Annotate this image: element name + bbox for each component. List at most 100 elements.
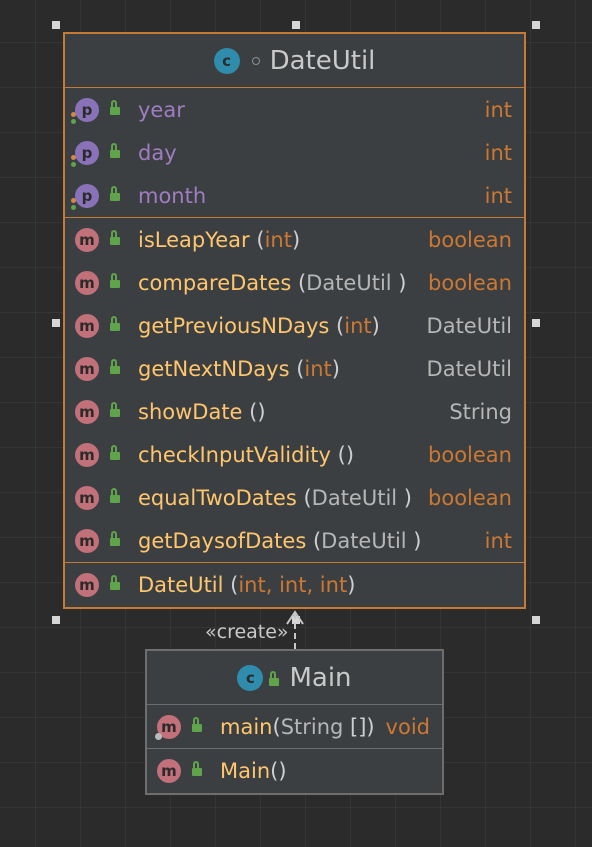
method-signature: isLeapYear (int) bbox=[138, 228, 300, 252]
methods-section: m main(String []) void bbox=[147, 705, 442, 749]
method-signature: main(String []) bbox=[220, 715, 375, 739]
close-paren: ) bbox=[397, 485, 412, 510]
return-type: boolean bbox=[428, 227, 512, 252]
return-type: int bbox=[484, 528, 512, 553]
package-private-visibility-icon bbox=[251, 56, 260, 65]
method-icon: m bbox=[75, 270, 99, 295]
constructor-name: DateUtil bbox=[138, 572, 224, 597]
open-paren: ( bbox=[291, 270, 307, 295]
return-type: boolean bbox=[428, 270, 512, 295]
public-lock-icon bbox=[269, 670, 280, 686]
field-type: int bbox=[484, 183, 512, 208]
method-name: compareDates bbox=[138, 270, 292, 295]
method-name: showDate bbox=[138, 399, 243, 424]
close-paren: ) bbox=[291, 227, 301, 252]
selection-handle-middle-right[interactable] bbox=[532, 319, 540, 327]
close-paren: []) bbox=[343, 714, 375, 739]
constructor-row[interactable]: m Main() bbox=[147, 749, 442, 792]
open-paren: ( bbox=[296, 485, 312, 510]
class-header[interactable]: c DateUtil bbox=[65, 34, 524, 88]
class-node-dateutil[interactable]: c DateUtil p year int p day int p month … bbox=[63, 32, 526, 609]
fields-section: p year int p day int p month int bbox=[65, 88, 524, 218]
field-type: int bbox=[484, 140, 512, 165]
method-row[interactable]: m showDate () String bbox=[65, 390, 524, 433]
field-row[interactable]: p month int bbox=[65, 174, 524, 217]
parameter-type: DateUtil bbox=[311, 485, 398, 510]
method-icon: m bbox=[75, 356, 99, 381]
constructor-signature: DateUtil (int, int, int) bbox=[138, 573, 355, 597]
method-name: getPreviousNDays bbox=[138, 313, 330, 338]
selection-handle-top-right[interactable] bbox=[532, 21, 540, 29]
methods-section: m isLeapYear (int) boolean m compareDate… bbox=[65, 218, 524, 563]
method-row[interactable]: m equalTwoDates (DateUtil ) boolean bbox=[65, 476, 524, 519]
method-row[interactable]: m isLeapYear (int) boolean bbox=[65, 218, 524, 261]
method-signature: getNextNDays (int) bbox=[138, 357, 340, 381]
public-lock-icon bbox=[110, 273, 120, 288]
public-lock-icon bbox=[110, 100, 120, 115]
public-lock-icon bbox=[192, 717, 202, 732]
field-row[interactable]: p day int bbox=[65, 131, 524, 174]
method-row[interactable]: m compareDates (DateUtil ) boolean bbox=[65, 261, 524, 304]
method-icon: m bbox=[75, 528, 99, 553]
open-paren: ( bbox=[223, 572, 239, 597]
method-row[interactable]: m getPreviousNDays (int) DateUtil bbox=[65, 304, 524, 347]
parameter-type: DateUtil bbox=[306, 270, 392, 295]
parameter-type: int bbox=[304, 356, 332, 381]
open-paren: ( bbox=[272, 714, 281, 739]
parameter-type: int, int, int bbox=[238, 572, 348, 597]
method-row[interactable]: m checkInputValidity () boolean bbox=[65, 433, 524, 476]
parameter-type: String bbox=[280, 714, 344, 739]
method-signature: getPreviousNDays (int) bbox=[138, 314, 380, 338]
method-name: equalTwoDates bbox=[138, 485, 297, 510]
create-stereotype-label: «create» bbox=[205, 621, 289, 643]
property-icon: p bbox=[75, 97, 99, 122]
selection-handle-middle-left[interactable] bbox=[52, 319, 60, 327]
selection-handle-bottom-center[interactable] bbox=[292, 616, 300, 624]
method-icon: m bbox=[157, 758, 181, 783]
method-icon: m bbox=[75, 442, 99, 467]
constructors-section: m Main() bbox=[147, 749, 442, 792]
method-row[interactable]: m main(String []) void bbox=[147, 705, 442, 748]
public-lock-icon bbox=[110, 359, 120, 374]
selection-handle-top-center[interactable] bbox=[292, 21, 300, 29]
return-type: DateUtil bbox=[426, 356, 512, 381]
return-type: DateUtil bbox=[426, 313, 512, 338]
public-lock-icon bbox=[110, 488, 120, 503]
public-lock-icon bbox=[110, 531, 120, 546]
open-paren: ( bbox=[249, 227, 265, 252]
method-row[interactable]: m getDaysofDates (DateUtil ) int bbox=[65, 519, 524, 562]
selection-handle-bottom-right[interactable] bbox=[532, 616, 540, 624]
parameter-type: int bbox=[264, 227, 292, 252]
class-node-main[interactable]: c Main m main(String []) void m Main() bbox=[145, 649, 444, 795]
method-name: checkInputValidity bbox=[138, 442, 331, 467]
open-paren: ( bbox=[306, 528, 322, 553]
class-name: Main bbox=[289, 662, 352, 693]
class-header[interactable]: c Main bbox=[147, 651, 442, 705]
open-paren: ( bbox=[329, 313, 345, 338]
return-type: boolean bbox=[428, 442, 512, 467]
close-paren: ) bbox=[331, 356, 340, 381]
parameter-list: () bbox=[330, 442, 355, 467]
field-row[interactable]: p year int bbox=[65, 88, 524, 131]
method-signature: equalTwoDates (DateUtil ) bbox=[138, 486, 412, 510]
method-signature: showDate () bbox=[138, 400, 266, 424]
method-name: getDaysofDates bbox=[138, 528, 307, 553]
selection-handle-top-left[interactable] bbox=[52, 21, 60, 29]
parameter-list: () bbox=[242, 399, 266, 424]
close-paren: ) bbox=[347, 572, 356, 597]
close-paren: ) bbox=[391, 270, 407, 295]
constructor-name: Main bbox=[220, 758, 271, 783]
public-lock-icon bbox=[192, 761, 202, 776]
method-name: isLeapYear bbox=[138, 227, 250, 252]
constructor-row[interactable]: m DateUtil (int, int, int) bbox=[65, 563, 524, 606]
constructors-section: m DateUtil (int, int, int) bbox=[65, 563, 524, 606]
class-icon: c bbox=[213, 47, 240, 74]
parameter-list: () bbox=[270, 758, 287, 783]
field-name: day bbox=[138, 140, 177, 165]
method-row[interactable]: m getNextNDays (int) DateUtil bbox=[65, 347, 524, 390]
selection-handle-bottom-left[interactable] bbox=[52, 616, 60, 624]
return-type: void bbox=[385, 714, 430, 739]
public-lock-icon bbox=[110, 316, 120, 331]
public-lock-icon bbox=[110, 186, 120, 201]
close-paren: ) bbox=[371, 313, 380, 338]
